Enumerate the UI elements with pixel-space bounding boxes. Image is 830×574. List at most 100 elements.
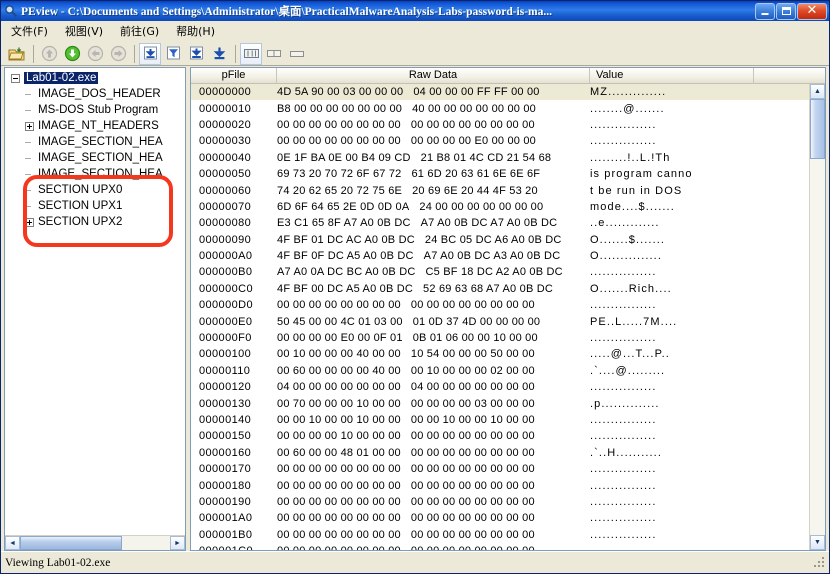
view-hex-icon[interactable] xyxy=(139,42,161,65)
hex-row[interactable]: 00000170 00 00 00 00 00 00 00 00 00 00 00 … xyxy=(191,461,825,477)
hex-row[interactable]: 00000050 69 73 20 70 72 6F 67 72 61 6D 20 … xyxy=(191,166,825,182)
hex-row[interactable]: 000001C000 00 00 00 00 00 00 0000 00 00 … xyxy=(191,543,825,550)
hex-vscroll-track[interactable] xyxy=(810,99,825,535)
hex-row[interactable]: 00000120 04 00 00 00 00 00 00 00 04 00 00 … xyxy=(191,379,825,395)
hex-ascii-value: ................ xyxy=(590,299,657,312)
hex-row[interactable]: 00000160 00 60 00 00 48 01 00 00 00 00 00 … xyxy=(191,445,825,461)
layout-single-icon[interactable] xyxy=(286,43,308,65)
hex-row[interactable]: 00000070 6D 6F 64 65 2E 0D 0D 0A 24 00 00 … xyxy=(191,199,825,215)
menu-goto[interactable]: 前往(G) xyxy=(116,21,166,41)
open-file-icon[interactable] xyxy=(6,43,28,65)
hex-raw-right: 00 00 00 00 00 00 00 00 xyxy=(410,446,535,459)
hex-row[interactable]: 00000010 B8 00 00 00 00 00 00 00 40 00 00 … xyxy=(191,100,825,116)
tree-horizontal-scrollbar[interactable]: ◄ ► xyxy=(5,535,185,550)
collapse-minus-icon[interactable] xyxy=(11,73,20,83)
hex-row[interactable]: 000000D0 00 00 00 00 00 00 00 00 00 00 00 … xyxy=(191,297,825,313)
hex-row[interactable]: 00000060 74 20 62 65 20 72 75 6E 20 69 6E … xyxy=(191,182,825,198)
hex-ascii-value: mode....$....... xyxy=(590,200,675,213)
hex-row[interactable]: 00000030 00 00 00 00 00 00 00 00 00 00 00 … xyxy=(191,133,825,149)
resize-grip-icon[interactable] xyxy=(813,556,827,570)
tree-item-section-upx0[interactable]: SECTION UPX0 xyxy=(5,182,185,198)
hex-row[interactable]: 000000A0 4F BF 0F DC A5 A0 0B DC A7 A0 0B … xyxy=(191,248,825,264)
view-import-icon[interactable] xyxy=(185,43,207,65)
hex-row[interactable]: 000001B0 00 00 00 00 00 00 00 00 00 00 00 … xyxy=(191,527,825,543)
hex-row[interactable]: 00000140 00 00 10 00 00 10 00 00 00 00 10 … xyxy=(191,412,825,428)
hex-row[interactable]: 000001A0 00 00 00 00 00 00 00 00 00 00 00 … xyxy=(191,510,825,526)
hex-body[interactable]: 00000000 4D 5A 90 00 03 00 00 00 04 00 00 … xyxy=(191,84,825,550)
hex-row[interactable]: 00000000 4D 5A 90 00 03 00 00 00 04 00 00 … xyxy=(191,84,825,101)
scroll-down-icon[interactable]: ▼ xyxy=(810,535,825,550)
tree-leaf-dash-icon[interactable] xyxy=(25,154,34,163)
hex-row[interactable]: 00000100 00 10 00 00 00 40 00 00 10 54 00 … xyxy=(191,346,825,362)
hex-row[interactable]: 00000130 00 70 00 00 00 10 00 00 00 00 00 … xyxy=(191,395,825,411)
arrow-up-icon[interactable] xyxy=(38,43,60,65)
column-header-rawdata[interactable]: Raw Data xyxy=(277,68,590,84)
menu-file[interactable]: 文件(F) xyxy=(7,21,55,41)
tree-item-section-upx2[interactable]: SECTION UPX2 xyxy=(5,214,185,230)
hex-row[interactable]: 000000C0 4F BF 00 DC A5 A0 0B DC 52 69 63 … xyxy=(191,281,825,297)
tree-item-image-section-hea[interactable]: IMAGE_SECTION_HEA xyxy=(5,166,185,182)
hex-row[interactable]: 00000020 00 00 00 00 00 00 00 00 00 00 00 … xyxy=(191,117,825,133)
view-export-icon[interactable] xyxy=(208,43,230,65)
tree-item-section-upx1[interactable]: SECTION UPX1 xyxy=(5,198,185,214)
tree-item-ms-dos-stub-program[interactable]: MS-DOS Stub Program xyxy=(5,102,185,118)
tree-leaf-dash-icon[interactable] xyxy=(25,138,34,147)
tree-item-image-section-hea[interactable]: IMAGE_SECTION_HEA xyxy=(5,134,185,150)
hex-raw-data: 50 45 00 00 4C 01 03 00 01 0D 37 4D 00 00… xyxy=(277,316,590,328)
menu-view[interactable]: 视图(V) xyxy=(61,21,110,41)
hex-raw-data: 00 00 00 00 00 00 00 00 00 00 00 00 00 00… xyxy=(277,529,590,541)
hex-row[interactable]: 00000190 00 00 00 00 00 00 00 00 00 00 00 … xyxy=(191,494,825,510)
hex-row[interactable]: 000000B0 A7 A0 0A DC BC A0 0B DC C5 BF 18 … xyxy=(191,264,825,280)
tree-leaf-dash-icon[interactable] xyxy=(25,170,34,179)
tree-leaf-dash-icon[interactable] xyxy=(25,202,34,211)
tree-hscroll-track[interactable] xyxy=(20,536,170,550)
hex-row[interactable]: 00000110 00 60 00 00 00 00 40 00 00 10 00 … xyxy=(191,363,825,379)
expand-plus-icon[interactable] xyxy=(25,217,34,227)
expand-plus-icon[interactable] xyxy=(25,121,34,131)
scroll-right-icon[interactable]: ► xyxy=(170,536,185,550)
scroll-up-icon[interactable]: ▲ xyxy=(810,84,825,99)
menu-help[interactable]: 帮助(H) xyxy=(172,21,222,41)
tree-item-image-nt-headers[interactable]: IMAGE_NT_HEADERS xyxy=(5,118,185,134)
hex-offset: 000001B0 xyxy=(199,528,253,541)
hex-vertical-scrollbar[interactable]: ▲ ▼ xyxy=(809,84,825,550)
maximize-button[interactable] xyxy=(776,2,796,20)
close-button[interactable]: ✕ xyxy=(797,2,827,20)
layout-full-icon[interactable] xyxy=(240,42,262,65)
tree-hscroll-thumb[interactable] xyxy=(20,536,122,550)
hex-row[interactable]: 000000F0 00 00 00 00 E0 00 0F 01 0B 01 06 … xyxy=(191,330,825,346)
minimize-button[interactable] xyxy=(755,2,775,20)
tree-item-image-dos-header[interactable]: IMAGE_DOS_HEADER xyxy=(5,86,185,102)
hex-raw-data: E3 C1 65 8F A7 A0 0B DC A7 A0 0B DC A7 A0… xyxy=(277,217,590,229)
hex-row[interactable]: 00000090 4F BF 01 DC AC A0 0B DC 24 BC 05 … xyxy=(191,232,825,248)
column-header-pfile[interactable]: pFile xyxy=(191,68,277,84)
tree-leaf-dash-icon[interactable] xyxy=(25,90,34,99)
tree-item-lab01-02-exe[interactable]: Lab01-02.exe xyxy=(5,70,185,86)
view-filter-icon[interactable] xyxy=(162,43,184,65)
hex-raw-data: 74 20 62 65 20 72 75 6E 20 69 6E 20 44 4F… xyxy=(277,185,590,197)
tree-scroll-area[interactable]: Lab01-02.exe IMAGE_DOS_HEADER MS-DOS Stub … xyxy=(5,68,185,535)
hex-vscroll-thumb[interactable] xyxy=(810,99,825,159)
hex-offset: 00000010 xyxy=(199,102,252,115)
peview-window: PEview - C:\Documents and Settings\Admin… xyxy=(0,0,830,574)
hex-ascii-value: O.......Rich.... xyxy=(590,282,672,295)
hex-row[interactable]: 00000150 00 00 00 00 10 00 00 00 00 00 00 … xyxy=(191,428,825,444)
hex-raw-right: 40 00 00 00 00 00 00 00 xyxy=(412,102,536,115)
arrow-left-icon[interactable] xyxy=(84,43,106,65)
column-header-value[interactable]: Value xyxy=(590,68,754,84)
tree-leaf-dash-icon[interactable] xyxy=(25,106,34,115)
hex-raw-right: 61 6D 20 63 61 6E 6E 6F xyxy=(411,168,541,181)
hex-row[interactable]: 00000040 0E 1F BA 0E 00 B4 09 CD 21 B8 01 … xyxy=(191,150,825,166)
tree-leaf-dash-icon[interactable] xyxy=(25,186,34,195)
hex-raw-data: 00 00 10 00 00 10 00 00 00 00 10 00 00 10… xyxy=(277,414,590,426)
hex-raw-data: 4F BF 00 DC A5 A0 0B DC 52 69 63 68 A7 A0… xyxy=(277,283,590,295)
scroll-left-icon[interactable]: ◄ xyxy=(5,536,20,550)
tree-item-image-section-hea[interactable]: IMAGE_SECTION_HEA xyxy=(5,150,185,166)
hex-row[interactable]: 00000180 00 00 00 00 00 00 00 00 00 00 00 … xyxy=(191,477,825,493)
hex-row[interactable]: 00000080 E3 C1 65 8F A7 A0 0B DC A7 A0 0B … xyxy=(191,215,825,231)
hex-ascii-value: O.......$....... xyxy=(590,233,666,246)
hex-row[interactable]: 000000E0 50 45 00 00 4C 01 03 00 01 0D 37 … xyxy=(191,313,825,329)
arrow-right-icon[interactable] xyxy=(107,43,129,65)
layout-split-icon[interactable] xyxy=(263,43,285,65)
arrow-down-icon[interactable] xyxy=(61,43,83,65)
